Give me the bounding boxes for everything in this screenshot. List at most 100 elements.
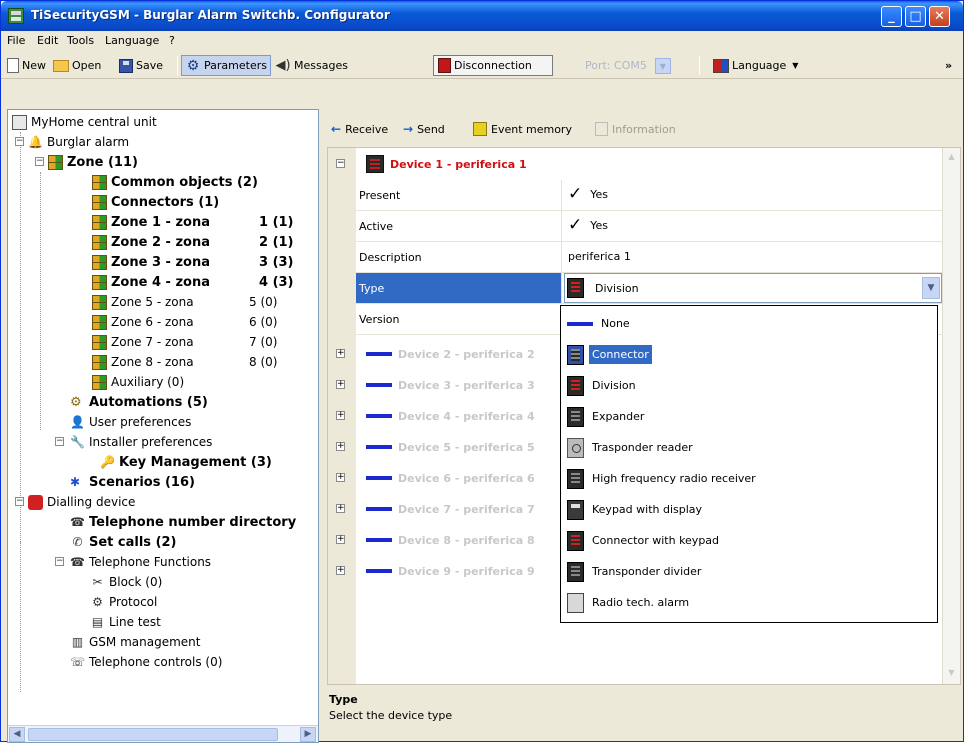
type-value: Division bbox=[595, 282, 639, 295]
type-option-transponder-divider[interactable]: Transponder divider bbox=[562, 556, 936, 587]
tree-gsm-management[interactable]: ▥ GSM management bbox=[70, 632, 201, 652]
type-select[interactable]: Division ▼ bbox=[564, 273, 942, 303]
minimize-button[interactable]: _ bbox=[881, 6, 902, 27]
type-option-keypad-display[interactable]: Keypad with display bbox=[562, 494, 936, 525]
messages-button[interactable]: ◀) Messages bbox=[275, 55, 348, 76]
tree-installer-preferences[interactable]: 🔧 Installer preferences bbox=[70, 432, 212, 452]
collapse-icon[interactable]: − bbox=[15, 137, 24, 146]
property-row[interactable]: Description periferica 1 bbox=[356, 242, 942, 273]
scroll-right-icon[interactable]: ▶ bbox=[300, 727, 316, 742]
menu-help[interactable]: ? bbox=[169, 34, 175, 47]
type-option-radio-alarm[interactable]: Radio tech. alarm bbox=[562, 587, 936, 618]
tree-auxiliary[interactable]: Auxiliary (0) bbox=[92, 372, 184, 392]
maximize-button[interactable]: □ bbox=[905, 6, 926, 27]
save-button[interactable]: Save bbox=[119, 55, 163, 76]
property-row-selected[interactable]: Type Division ▼ bbox=[356, 273, 942, 304]
tree-zone-item[interactable]: Zone 6 - zona 6 (0) bbox=[92, 312, 277, 332]
type-option-radio-receiver[interactable]: High frequency radio receiver bbox=[562, 463, 936, 494]
expand-icon[interactable]: + bbox=[336, 380, 345, 389]
expand-icon[interactable]: + bbox=[336, 535, 345, 544]
grid-vertical-scrollbar[interactable]: ▲ ▼ bbox=[942, 148, 960, 684]
send-button[interactable]: → Send bbox=[403, 122, 445, 136]
expand-icon[interactable]: + bbox=[336, 504, 345, 513]
collapse-icon[interactable]: − bbox=[55, 437, 64, 446]
expand-icon[interactable]: + bbox=[336, 411, 345, 420]
collapse-icon[interactable]: − bbox=[15, 497, 24, 506]
tree-connector bbox=[20, 542, 21, 692]
tree-telephone-controls[interactable]: ☏ Telephone controls (0) bbox=[70, 652, 222, 672]
tree-zone-item[interactable]: Zone 7 - zona 7 (0) bbox=[92, 332, 277, 352]
tree-horizontal-scrollbar[interactable]: ◀ ▶ bbox=[8, 725, 318, 742]
tree-user-preferences[interactable]: 👤 User preferences bbox=[70, 412, 191, 432]
tree-zone-item[interactable]: Zone 3 - zona 3 (3) bbox=[92, 252, 294, 272]
expand-icon[interactable]: + bbox=[336, 442, 345, 451]
type-option-connector-keypad[interactable]: Connector with keypad bbox=[562, 525, 936, 556]
menu-edit[interactable]: Edit bbox=[37, 34, 58, 47]
close-button[interactable]: ✕ bbox=[929, 6, 950, 27]
description-value[interactable]: periferica 1 bbox=[564, 242, 942, 272]
event-memory-button[interactable]: Event memory bbox=[473, 122, 572, 136]
tree-telephone-functions[interactable]: ☎ Telephone Functions bbox=[70, 552, 211, 572]
collapse-icon[interactable]: − bbox=[55, 557, 64, 566]
type-option-none[interactable]: None bbox=[562, 308, 936, 339]
device-title: Device 3 - periferica 3 bbox=[398, 378, 535, 392]
property-value[interactable]: ✓ Yes bbox=[564, 211, 942, 241]
tree-root[interactable]: MyHome central unit bbox=[12, 112, 157, 132]
collapse-icon[interactable]: − bbox=[336, 159, 345, 168]
menu-file[interactable]: File bbox=[7, 34, 25, 47]
property-row[interactable]: Present ✓ Yes bbox=[356, 180, 942, 211]
chevron-down-icon[interactable]: ▼ bbox=[922, 277, 940, 299]
expand-icon[interactable]: + bbox=[336, 349, 345, 358]
type-option-connector[interactable]: Connector bbox=[562, 339, 936, 370]
tree-zone-item[interactable]: Zone 4 - zona 4 (3) bbox=[92, 272, 294, 292]
receive-button[interactable]: ← Receive bbox=[331, 122, 388, 136]
property-row[interactable]: Active ✓ Yes bbox=[356, 211, 942, 242]
collapse-icon[interactable]: − bbox=[35, 157, 44, 166]
type-option-trasponder-reader[interactable]: Trasponder reader bbox=[562, 432, 936, 463]
scroll-up-icon[interactable]: ▲ bbox=[945, 152, 958, 164]
tree-zone-item[interactable]: Zone 8 - zona 8 (0) bbox=[92, 352, 277, 372]
tree-line-test[interactable]: ▤ Line test bbox=[90, 612, 161, 632]
language-button[interactable]: Language ▼ bbox=[713, 55, 798, 76]
tree-connectors[interactable]: Connectors (1) bbox=[92, 192, 219, 212]
tree-scenarios[interactable]: ✱ Scenarios (16) bbox=[70, 472, 195, 492]
tree-key-mgmt-label: Key Management (3) bbox=[119, 454, 272, 470]
scrollbar-thumb[interactable] bbox=[28, 728, 278, 741]
tree-zone-item[interactable]: Zone 2 - zona 2 (1) bbox=[92, 232, 294, 252]
disconnection-button[interactable]: Disconnection bbox=[433, 55, 553, 76]
information-button[interactable]: Information bbox=[595, 122, 676, 136]
zone-label: Zone 4 - zona bbox=[111, 274, 210, 290]
tree-block[interactable]: ✂ Block (0) bbox=[90, 572, 162, 592]
tree-protocol[interactable]: ⚙ Protocol bbox=[90, 592, 157, 612]
port-select[interactable]: Port: COM5 ▼ bbox=[585, 55, 671, 76]
toolbar-overflow-button[interactable]: » bbox=[945, 55, 952, 76]
tree-automations[interactable]: ⚙ Automations (5) bbox=[70, 392, 208, 412]
expand-icon[interactable]: + bbox=[336, 473, 345, 482]
tree-zone-item[interactable]: Zone 1 - zona 1 (1) bbox=[92, 212, 294, 232]
type-option-expander[interactable]: Expander bbox=[562, 401, 936, 432]
menu-tools[interactable]: Tools bbox=[67, 34, 94, 47]
tree-telephone-directory[interactable]: ☎ Telephone number directory bbox=[70, 512, 296, 532]
none-device-icon bbox=[366, 507, 392, 511]
device-1-header[interactable]: − Device 1 - periferica 1 bbox=[328, 150, 942, 178]
menu-language[interactable]: Language bbox=[105, 34, 159, 47]
expand-icon[interactable]: + bbox=[336, 566, 345, 575]
main-toolbar: New Open Save ⚙ Parameters ◀) Messages D… bbox=[1, 51, 963, 79]
open-button[interactable]: Open bbox=[53, 55, 101, 76]
tree-set-calls[interactable]: ✆ Set calls (2) bbox=[70, 532, 176, 552]
tree-key-management[interactable]: 🔑 Key Management (3) bbox=[100, 452, 272, 472]
tree-zone-item[interactable]: Zone 5 - zona 5 (0) bbox=[92, 292, 277, 312]
new-button[interactable]: New bbox=[7, 55, 46, 76]
type-option-division[interactable]: Division bbox=[562, 370, 936, 401]
tree-zone[interactable]: Zone (11) bbox=[48, 152, 138, 172]
tree-dialling-device[interactable]: Dialling device bbox=[28, 492, 135, 512]
title-bar[interactable]: TiSecurityGSM - Burglar Alarm Switchb. C… bbox=[1, 1, 963, 31]
tree-burglar-alarm[interactable]: 🔔 Burglar alarm bbox=[28, 132, 129, 152]
scroll-down-icon[interactable]: ▼ bbox=[945, 668, 958, 680]
present-value: Yes bbox=[590, 188, 609, 201]
property-value[interactable]: ✓ Yes bbox=[564, 180, 942, 210]
disconnect-icon bbox=[438, 58, 451, 73]
parameters-button[interactable]: ⚙ Parameters bbox=[181, 55, 271, 76]
tree-common-objects[interactable]: Common objects (2) bbox=[92, 172, 258, 192]
scroll-left-icon[interactable]: ◀ bbox=[9, 727, 25, 742]
